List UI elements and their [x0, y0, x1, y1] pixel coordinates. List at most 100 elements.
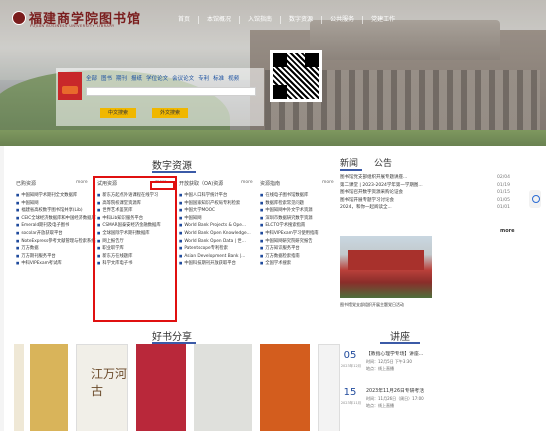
book-cover[interactable]: [136, 344, 186, 431]
lecture-place: 地点：线上直播: [366, 403, 394, 408]
search-tab-conference[interactable]: 会议论文: [172, 74, 194, 82]
book-cover[interactable]: [30, 344, 68, 431]
resource-link[interactable]: 万方数据: [16, 245, 96, 253]
column-more-link[interactable]: more: [241, 180, 253, 185]
resource-link[interactable]: socolar开放获取平台: [16, 230, 96, 238]
column-heading: 资源指南: [260, 181, 281, 187]
book-cover[interactable]: [14, 344, 24, 431]
digital-resources-title: 数字资源: [152, 161, 192, 172]
resource-link[interactable]: 在线电子图书馆数据库: [260, 192, 319, 200]
nav-guide[interactable]: 入馆指南: [239, 16, 280, 24]
nav-digital-resources[interactable]: 数字资源: [280, 16, 321, 24]
lecture-month: 2023年12月: [340, 364, 362, 368]
news-photo[interactable]: [340, 236, 432, 298]
resource-link[interactable]: 中国科技期刊开放获取平台: [179, 260, 251, 268]
news-item[interactable]: 2024，和你一起阅读全... 01/01: [340, 204, 510, 212]
search-tab-patents[interactable]: 专利: [198, 74, 209, 82]
chinese-search-button[interactable]: 中文搜索: [100, 108, 136, 118]
top-navigation: 首页 本馆概况 入馆指南 数字资源 公共服务 党建工作: [170, 16, 403, 24]
nav-about[interactable]: 本馆概况: [198, 16, 239, 24]
foreign-search-button[interactable]: 外文搜索: [152, 108, 188, 118]
resource-link[interactable]: 数据库检索常见问题: [260, 200, 319, 208]
column-heading: 已购资源: [16, 181, 37, 187]
news-item-title: 图书馆开展专题学习讨论会: [340, 197, 394, 203]
resource-link[interactable]: 中国知网研究院研究报告: [260, 238, 319, 246]
nav-home[interactable]: 首页: [170, 16, 198, 24]
digital-resources-underline: [152, 171, 196, 173]
news-item-date: 01/19: [497, 182, 510, 188]
resource-link[interactable]: 万方期刊服务平台: [16, 253, 96, 261]
news-photo-caption[interactable]: 图书馆党支部组织开展主题党日活动: [340, 302, 404, 308]
search-tab-newspapers[interactable]: 报纸: [131, 74, 142, 82]
resource-link[interactable]: 深圳市数据研究数字资源: [260, 215, 319, 223]
resource-link[interactable]: Asian Development Bank |...: [179, 253, 251, 261]
search-tab-journals[interactable]: 期刊: [116, 74, 127, 82]
resource-link[interactable]: 中科VIPExam学习使用指南: [260, 230, 318, 238]
book-cover[interactable]: [260, 344, 310, 431]
resource-link[interactable]: World Bank Projects & Ope...: [179, 222, 251, 230]
news-item-date: 02/04: [497, 175, 510, 180]
book-cover-title: 江万河古: [91, 367, 128, 398]
resource-link[interactable]: World Bank Open Data | 世...: [179, 238, 251, 246]
search-tab-all[interactable]: 全部: [86, 74, 97, 82]
news-item[interactable]: 图书馆开展专题学习讨论会 01/05: [340, 197, 510, 205]
resource-link[interactable]: CEIC全球经济数据库和中国经济数据库: [16, 215, 95, 223]
book-cover[interactable]: [318, 344, 340, 431]
resource-link[interactable]: 中国国家知识产权局专利检索: [179, 200, 251, 208]
lecture-day: 15: [343, 387, 357, 398]
search-tab-standards[interactable]: 标准: [213, 74, 224, 82]
resource-link[interactable]: 中科VIPExam考试库: [16, 260, 96, 268]
book-cover[interactable]: 江万河古: [76, 344, 128, 431]
nav-party-work[interactable]: 党建工作: [362, 16, 403, 24]
column-heading: 开放获取（OA)资源: [179, 181, 224, 187]
news-item-date: 01/01: [497, 205, 510, 211]
lecture-time: 时间：12月5日 下午3:30: [366, 359, 412, 364]
resource-link[interactable]: 全国学术搜索: [260, 260, 319, 268]
column-more-link[interactable]: more: [76, 180, 88, 185]
news-item[interactable]: 图书馆党支部组织开展专题讲座... 02/04: [340, 174, 510, 182]
news-item-title: 图书馆召开数字资源采购论证会: [340, 190, 403, 196]
resource-link[interactable]: 中国知网: [16, 200, 96, 208]
trial-resources-highlight-box: [93, 176, 177, 322]
resource-list: 在线电子图书馆数据库 数据库检索常见问题 中国知网中外文学术资源 深圳市数据研究…: [260, 192, 319, 268]
tab-news[interactable]: 新闻: [340, 156, 358, 169]
news-item[interactable]: 第二课堂 | 2023-2024学年第一学期图... 01/19: [340, 182, 510, 190]
search-tabs: 全部 图书 期刊 报纸 学位论文 会议论文 专利 标准 视频: [86, 74, 239, 82]
resource-link[interactable]: NoteExpress参考文献管理与检索系统: [16, 238, 96, 246]
resource-link[interactable]: World Bank Open Knowledge...: [179, 230, 250, 238]
news-item-date: 01/15: [497, 190, 510, 196]
resource-link[interactable]: 中国知网: [179, 215, 251, 223]
logo-emblem-icon: [12, 10, 26, 25]
nav-public-service[interactable]: 公共服务: [321, 16, 362, 24]
lecture-item[interactable]: 05 2023年12月 【教指心理学专场】讲座... 时间：12月5日 下午3:…: [340, 350, 530, 390]
resource-link[interactable]: Emerald期刊及电子图书: [16, 222, 96, 230]
news-tab-underline: [340, 169, 362, 171]
resource-link[interactable]: 中国大学MOOC: [179, 207, 251, 215]
search-tab-video[interactable]: 视频: [228, 74, 239, 82]
news-item-title: 2024，和你一起阅读全...: [340, 205, 392, 211]
search-input[interactable]: [86, 87, 256, 96]
resource-link[interactable]: ELCTO学术搜索指南: [260, 222, 319, 230]
resource-link[interactable]: 中国人口科学统计平台: [179, 192, 251, 200]
resource-link[interactable]: 中国知网中外文学术资源: [260, 207, 319, 215]
tab-announcements[interactable]: 公告: [374, 156, 392, 169]
resource-link[interactable]: 万方数据检索指南: [260, 253, 319, 261]
column-more-link[interactable]: more: [322, 180, 334, 185]
lecture-time: 时间：11月26日（周日）17:00: [366, 396, 424, 401]
resource-link[interactable]: 中国知网学术期刊全文数据库: [16, 192, 96, 200]
lecture-place: 地点：线上直播: [366, 366, 394, 371]
search-tab-theses[interactable]: 学位论文: [146, 74, 168, 82]
resource-link[interactable]: 万方知识服务平台: [260, 245, 319, 253]
search-tab-books[interactable]: 图书: [101, 74, 112, 82]
left-margin: [0, 146, 4, 431]
floating-assistant-icon[interactable]: [529, 190, 541, 208]
news-more-link[interactable]: more: [500, 228, 515, 234]
news-item[interactable]: 图书馆召开数字资源采购论证会 01/15: [340, 189, 510, 197]
resource-link[interactable]: Patentscope专利检索: [179, 245, 251, 253]
resource-link[interactable]: 福建省高校数字图书馆共享(Lib): [16, 207, 96, 215]
lecture-item[interactable]: 15 2023年11月 2023年11月26日专研考活 时间：11月26日（周日…: [340, 387, 530, 427]
book-cover[interactable]: [194, 344, 252, 431]
flag-badge-icon: [58, 72, 82, 100]
lectures-underline: [380, 342, 420, 344]
lectures-title: 讲座: [390, 332, 410, 343]
